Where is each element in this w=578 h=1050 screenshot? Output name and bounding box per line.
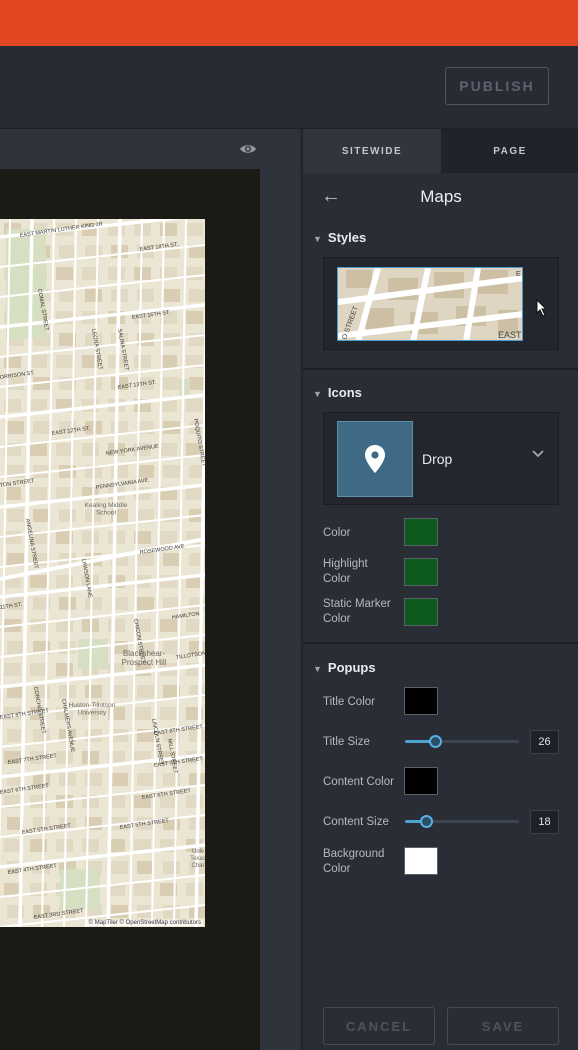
panel-title: Maps: [420, 187, 462, 206]
map-place-label: Kealing Middle: [85, 502, 128, 509]
caret-down-icon: ▼: [313, 664, 322, 674]
map-style-picker: O STREET EAST E: [323, 257, 559, 350]
map-place-label: Blackshear-: [123, 649, 166, 658]
title-size-slider[interactable]: [405, 735, 519, 748]
content-color-swatch[interactable]: [404, 767, 438, 795]
content-color-label: Content Color: [323, 776, 394, 788]
section-divider: [303, 368, 578, 370]
tab-page[interactable]: PAGE: [441, 129, 578, 173]
top-accent-bar: [0, 0, 578, 46]
map-style-thumbnail[interactable]: O STREET EAST E: [337, 267, 523, 341]
map-place-label: School: [96, 510, 116, 517]
map-place-label: Texas: [190, 856, 205, 862]
map-attribution[interactable]: © MapTiler © OpenStreetMap contributors: [86, 920, 203, 926]
preview-canvas: EAST MARTIN LUTHER KING JR EAST 18TH ST. E…: [0, 129, 300, 1050]
map-place-label: Char: [191, 863, 204, 869]
section-styles-header[interactable]: ▼ Styles: [313, 230, 366, 245]
slider-handle[interactable]: [429, 735, 442, 748]
caret-down-icon: ▼: [313, 234, 322, 244]
icon-color-swatch[interactable]: [404, 518, 438, 546]
panel-header: ← Maps: [303, 173, 578, 219]
svg-text:EAST: EAST: [498, 330, 522, 340]
icon-select-value: Drop: [422, 451, 453, 467]
map-place-label: Huston-Tillotson: [69, 702, 116, 709]
mouse-cursor-icon: [536, 299, 548, 317]
highlight-color-swatch[interactable]: [404, 558, 438, 586]
section-divider: [303, 642, 578, 644]
chevron-down-icon: [532, 450, 544, 458]
section-icons-header[interactable]: ▼ Icons: [313, 385, 362, 400]
section-styles-title: Styles: [327, 230, 367, 245]
street-map: EAST MARTIN LUTHER KING JREAST 18TH ST.E…: [0, 219, 205, 927]
section-popups-title: Popups: [327, 660, 376, 675]
page-preview: EAST MARTIN LUTHER KING JR EAST 18TH ST. E…: [0, 169, 260, 1050]
settings-panel: SITEWIDE PAGE ← Maps ▼ Styles O STREET E…: [302, 129, 578, 1050]
content-size-input[interactable]: 18: [530, 810, 559, 834]
title-size-label: Title Size: [323, 736, 370, 748]
style-thumbnail-map: O STREET EAST E: [338, 268, 522, 340]
icon-color-label: Color: [323, 527, 351, 539]
section-icons-title: Icons: [327, 385, 362, 400]
background-color-swatch[interactable]: [404, 847, 438, 875]
map-place-label: University: [78, 710, 107, 717]
highlight-color-label: Highlight Color: [323, 558, 368, 585]
title-size-input[interactable]: 26: [530, 730, 559, 754]
map-place-label: Prospect Hill: [122, 658, 167, 667]
svg-text:E: E: [516, 271, 521, 278]
eye-icon[interactable]: [239, 142, 257, 156]
section-popups-header[interactable]: ▼ Popups: [313, 660, 376, 675]
slider-handle[interactable]: [420, 815, 433, 828]
publish-button[interactable]: PUBLISH: [445, 67, 549, 105]
map-pin-icon: [337, 421, 413, 497]
map-place-label: Univ: [192, 849, 204, 855]
content-size-slider[interactable]: [405, 815, 519, 828]
title-color-swatch[interactable]: [404, 687, 438, 715]
title-color-label: Title Color: [323, 696, 375, 708]
save-button[interactable]: SAVE: [447, 1007, 559, 1045]
static-marker-color-label: Static Marker Color: [323, 598, 391, 625]
caret-down-icon: ▼: [313, 389, 322, 399]
static-marker-color-swatch[interactable]: [404, 598, 438, 626]
background-color-label: Background Color: [323, 848, 385, 875]
panel-tabs: SITEWIDE PAGE: [303, 129, 578, 173]
icon-select-dropdown[interactable]: Drop: [323, 412, 559, 505]
content-size-label: Content Size: [323, 816, 389, 828]
tab-sitewide[interactable]: SITEWIDE: [303, 129, 441, 173]
editor-header: PUBLISH: [0, 46, 578, 129]
map-preview[interactable]: EAST MARTIN LUTHER KING JR EAST 18TH ST. E…: [0, 219, 205, 927]
cancel-button[interactable]: CANCEL: [323, 1007, 435, 1045]
